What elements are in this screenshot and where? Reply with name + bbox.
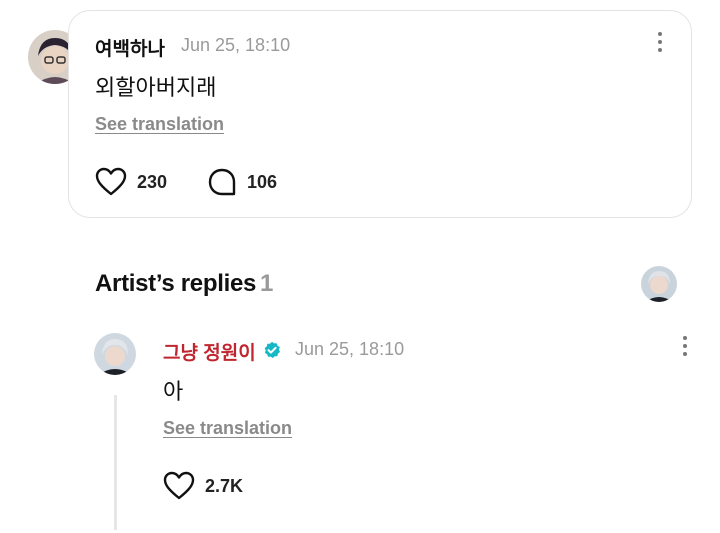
artist-replies-title: Artist’s replies: [95, 270, 257, 297]
artist-replies-heading: Artist’s replies 1: [95, 270, 273, 298]
post-like-button[interactable]: 230: [95, 167, 167, 197]
artist-header-avatar[interactable]: [641, 266, 677, 302]
reply-timestamp: Jun 25, 18:10: [295, 339, 405, 359]
artist-replies-count: 1: [260, 270, 274, 297]
reply-see-translation-link[interactable]: See translation: [163, 418, 292, 439]
heart-icon: [95, 167, 127, 196]
reply-text: 아: [163, 379, 184, 404]
post-author-name[interactable]: 여백하나: [95, 34, 165, 61]
reply-author-name[interactable]: 그냥 정원이: [163, 338, 256, 365]
comment-bubble-icon: [208, 168, 236, 196]
post-comment-button[interactable]: 106: [207, 167, 277, 197]
verified-badge-icon: [264, 341, 280, 358]
reply-author-avatar[interactable]: [94, 333, 136, 375]
post-timestamp: Jun 25, 18:10: [181, 35, 291, 55]
post-like-count: 230: [137, 171, 168, 192]
heart-icon: [163, 471, 195, 500]
reply-more-icon[interactable]: [675, 336, 695, 360]
post-more-icon[interactable]: [650, 32, 670, 56]
post-text: 외할아버지래: [95, 75, 217, 100]
post-comment-count: 106: [247, 171, 278, 192]
reply-like-button[interactable]: 2.7K: [163, 471, 243, 501]
reply-thread-line: [114, 395, 117, 530]
post-see-translation-link[interactable]: See translation: [95, 114, 224, 135]
reply-like-count: 2.7K: [205, 475, 244, 496]
